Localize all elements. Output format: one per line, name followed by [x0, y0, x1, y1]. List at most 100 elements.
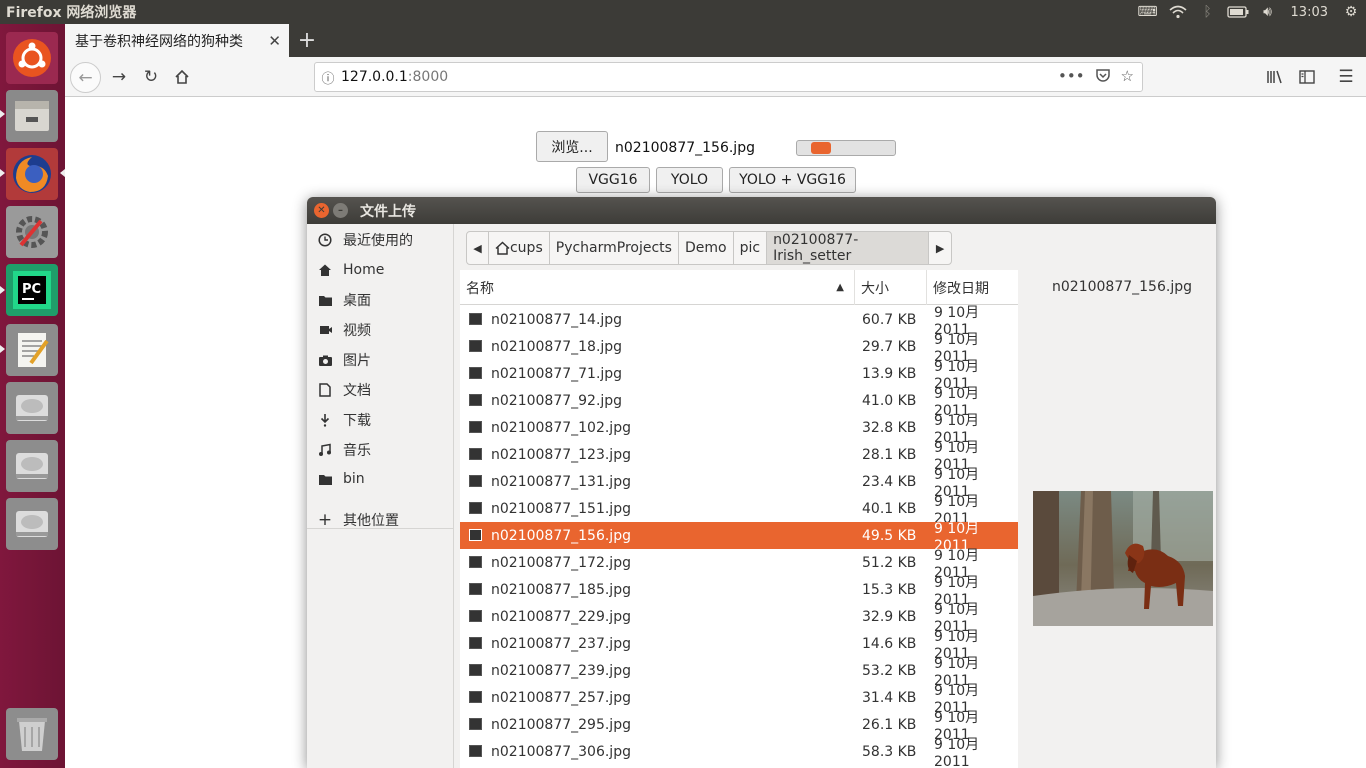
clock[interactable]: 13:03: [1283, 5, 1336, 20]
camera-icon: [307, 354, 343, 367]
keyboard-icon[interactable]: ⌨: [1133, 0, 1163, 24]
url-bar[interactable]: ⓘ 127.0.0.1:8000 ••• ☆: [314, 62, 1143, 92]
close-icon[interactable]: ✕: [314, 203, 329, 218]
browse-button[interactable]: 浏览...: [536, 131, 608, 162]
file-upload-dialog: ✕ – 文件上传 最近使用的 Home 桌面 视频 图片 文档 下载 音乐 bi…: [307, 197, 1216, 768]
file-size-cell: 49.5 KB: [862, 527, 917, 544]
place-recent[interactable]: 最近使用的: [307, 225, 454, 255]
dialog-title: 文件上传: [360, 203, 416, 220]
file-name-cell: n02100877_14.jpg: [491, 311, 623, 328]
image-file-icon: [469, 394, 482, 406]
column-name[interactable]: 名称 ▲: [460, 270, 855, 305]
image-file-icon: [469, 448, 482, 460]
yolo-vgg16-button[interactable]: YOLO + VGG16: [729, 167, 856, 193]
file-size-cell: 58.3 KB: [862, 743, 917, 760]
file-name-cell: n02100877_295.jpg: [491, 716, 631, 733]
dog-preview-image: [1033, 491, 1213, 626]
place-bin[interactable]: bin: [307, 464, 454, 494]
file-size-cell: 23.4 KB: [862, 473, 917, 490]
breadcrumb: ◀ cups PycharmProjects Demo pic n0210087…: [466, 231, 952, 265]
forward-button[interactable]: →: [105, 63, 133, 91]
place-downloads[interactable]: 下载: [307, 405, 454, 435]
text-editor-icon[interactable]: [6, 324, 58, 376]
image-file-icon: [469, 583, 482, 595]
vgg16-button[interactable]: VGG16: [576, 167, 650, 193]
drive-icon[interactable]: [6, 440, 58, 492]
file-name-cell: n02100877_306.jpg: [491, 743, 631, 760]
progress-fill: [811, 142, 831, 154]
close-icon[interactable]: ✕: [268, 32, 281, 50]
pocket-icon[interactable]: [1095, 67, 1111, 87]
home-button[interactable]: [168, 63, 196, 91]
chevron-left-icon[interactable]: ◀: [467, 232, 489, 264]
url-port: :8000: [407, 69, 449, 85]
place-pictures[interactable]: 图片: [307, 345, 454, 375]
column-size[interactable]: 大小: [855, 270, 927, 305]
drive-icon[interactable]: [6, 382, 58, 434]
minimize-icon[interactable]: –: [333, 203, 348, 218]
place-documents[interactable]: 文档: [307, 375, 454, 405]
settings-app-icon[interactable]: [6, 206, 58, 258]
table-row[interactable]: n02100877_306.jpg 58.3 KB 9 10月 2011: [460, 737, 1018, 768]
bluetooth-icon[interactable]: ᛒ: [1193, 0, 1223, 24]
wifi-icon[interactable]: [1163, 0, 1193, 24]
dialog-titlebar: ✕ – 文件上传: [307, 197, 1216, 224]
volume-icon[interactable]: 🔊︎: [1253, 0, 1283, 24]
app-title: Firefox 网络浏览器: [6, 5, 137, 21]
place-label: 图片: [343, 353, 371, 369]
running-indicator: [0, 169, 5, 177]
video-icon: [307, 324, 343, 336]
sidebar-icon[interactable]: [1293, 63, 1321, 91]
running-indicator: [0, 345, 5, 353]
bookmark-star-icon[interactable]: ☆: [1121, 67, 1134, 87]
library-icon[interactable]: [1261, 63, 1289, 91]
file-name-cell: n02100877_71.jpg: [491, 365, 623, 382]
file-name-cell: n02100877_185.jpg: [491, 581, 631, 598]
preview-pane: n02100877_156.jpg: [1022, 270, 1216, 768]
tab-current[interactable]: 基于卷积神经网络的狗种类 ✕: [65, 24, 289, 57]
yolo-button[interactable]: YOLO: [656, 167, 723, 193]
file-name-cell: n02100877_92.jpg: [491, 392, 623, 409]
place-label: bin: [343, 471, 365, 487]
breadcrumb-cups[interactable]: cups: [489, 232, 550, 264]
image-file-icon: [469, 421, 482, 433]
files-app-icon[interactable]: [6, 90, 58, 142]
breadcrumb-demo[interactable]: Demo: [679, 232, 734, 264]
file-size-cell: 26.1 KB: [862, 716, 917, 733]
menu-icon[interactable]: ☰: [1332, 63, 1360, 91]
folder-icon: [307, 473, 343, 486]
firefox-icon[interactable]: [6, 148, 58, 200]
breadcrumb-pycharmprojects[interactable]: PycharmProjects: [550, 232, 679, 264]
place-videos[interactable]: 视频: [307, 315, 454, 345]
page-actions-icon[interactable]: •••: [1058, 67, 1085, 87]
gear-icon[interactable]: ⚙: [1336, 0, 1366, 24]
chevron-right-icon[interactable]: ▶: [929, 232, 951, 264]
ubuntu-dash-icon[interactable]: [6, 32, 58, 84]
file-size-cell: 41.0 KB: [862, 392, 917, 409]
new-tab-button[interactable]: +: [295, 28, 319, 53]
url-host: 127.0.0.1: [341, 69, 408, 85]
place-other-locations[interactable]: + 其他位置: [307, 505, 454, 535]
info-icon[interactable]: ⓘ: [315, 68, 341, 87]
drive-icon[interactable]: [6, 498, 58, 550]
image-file-icon: [469, 367, 482, 379]
back-button[interactable]: ←: [70, 62, 101, 93]
breadcrumb-pic[interactable]: pic: [734, 232, 768, 264]
battery-icon[interactable]: [1223, 0, 1253, 24]
place-label: Home: [343, 262, 385, 278]
place-label: 下载: [343, 413, 371, 429]
column-modified[interactable]: 修改日期: [927, 270, 1018, 305]
pycharm-icon[interactable]: PC: [6, 264, 58, 316]
place-desktop[interactable]: 桌面: [307, 285, 454, 315]
places-sidebar: 最近使用的 Home 桌面 视频 图片 文档 下载 音乐 bin + 其他位置: [307, 224, 454, 768]
image-file-icon: [469, 502, 482, 514]
trash-icon[interactable]: [6, 708, 58, 760]
file-name-cell: n02100877_257.jpg: [491, 689, 631, 706]
reload-button[interactable]: ↻: [137, 63, 165, 91]
breadcrumb-current-folder[interactable]: n02100877-Irish_setter: [767, 232, 930, 264]
top-panel: Firefox 网络浏览器 ⌨ ᛒ 🔊︎ 13:03 ⚙: [0, 0, 1366, 24]
place-music[interactable]: 音乐: [307, 435, 454, 465]
sort-ascending-icon: ▲: [836, 282, 844, 293]
image-file-icon: [469, 691, 482, 703]
place-home[interactable]: Home: [307, 255, 454, 285]
